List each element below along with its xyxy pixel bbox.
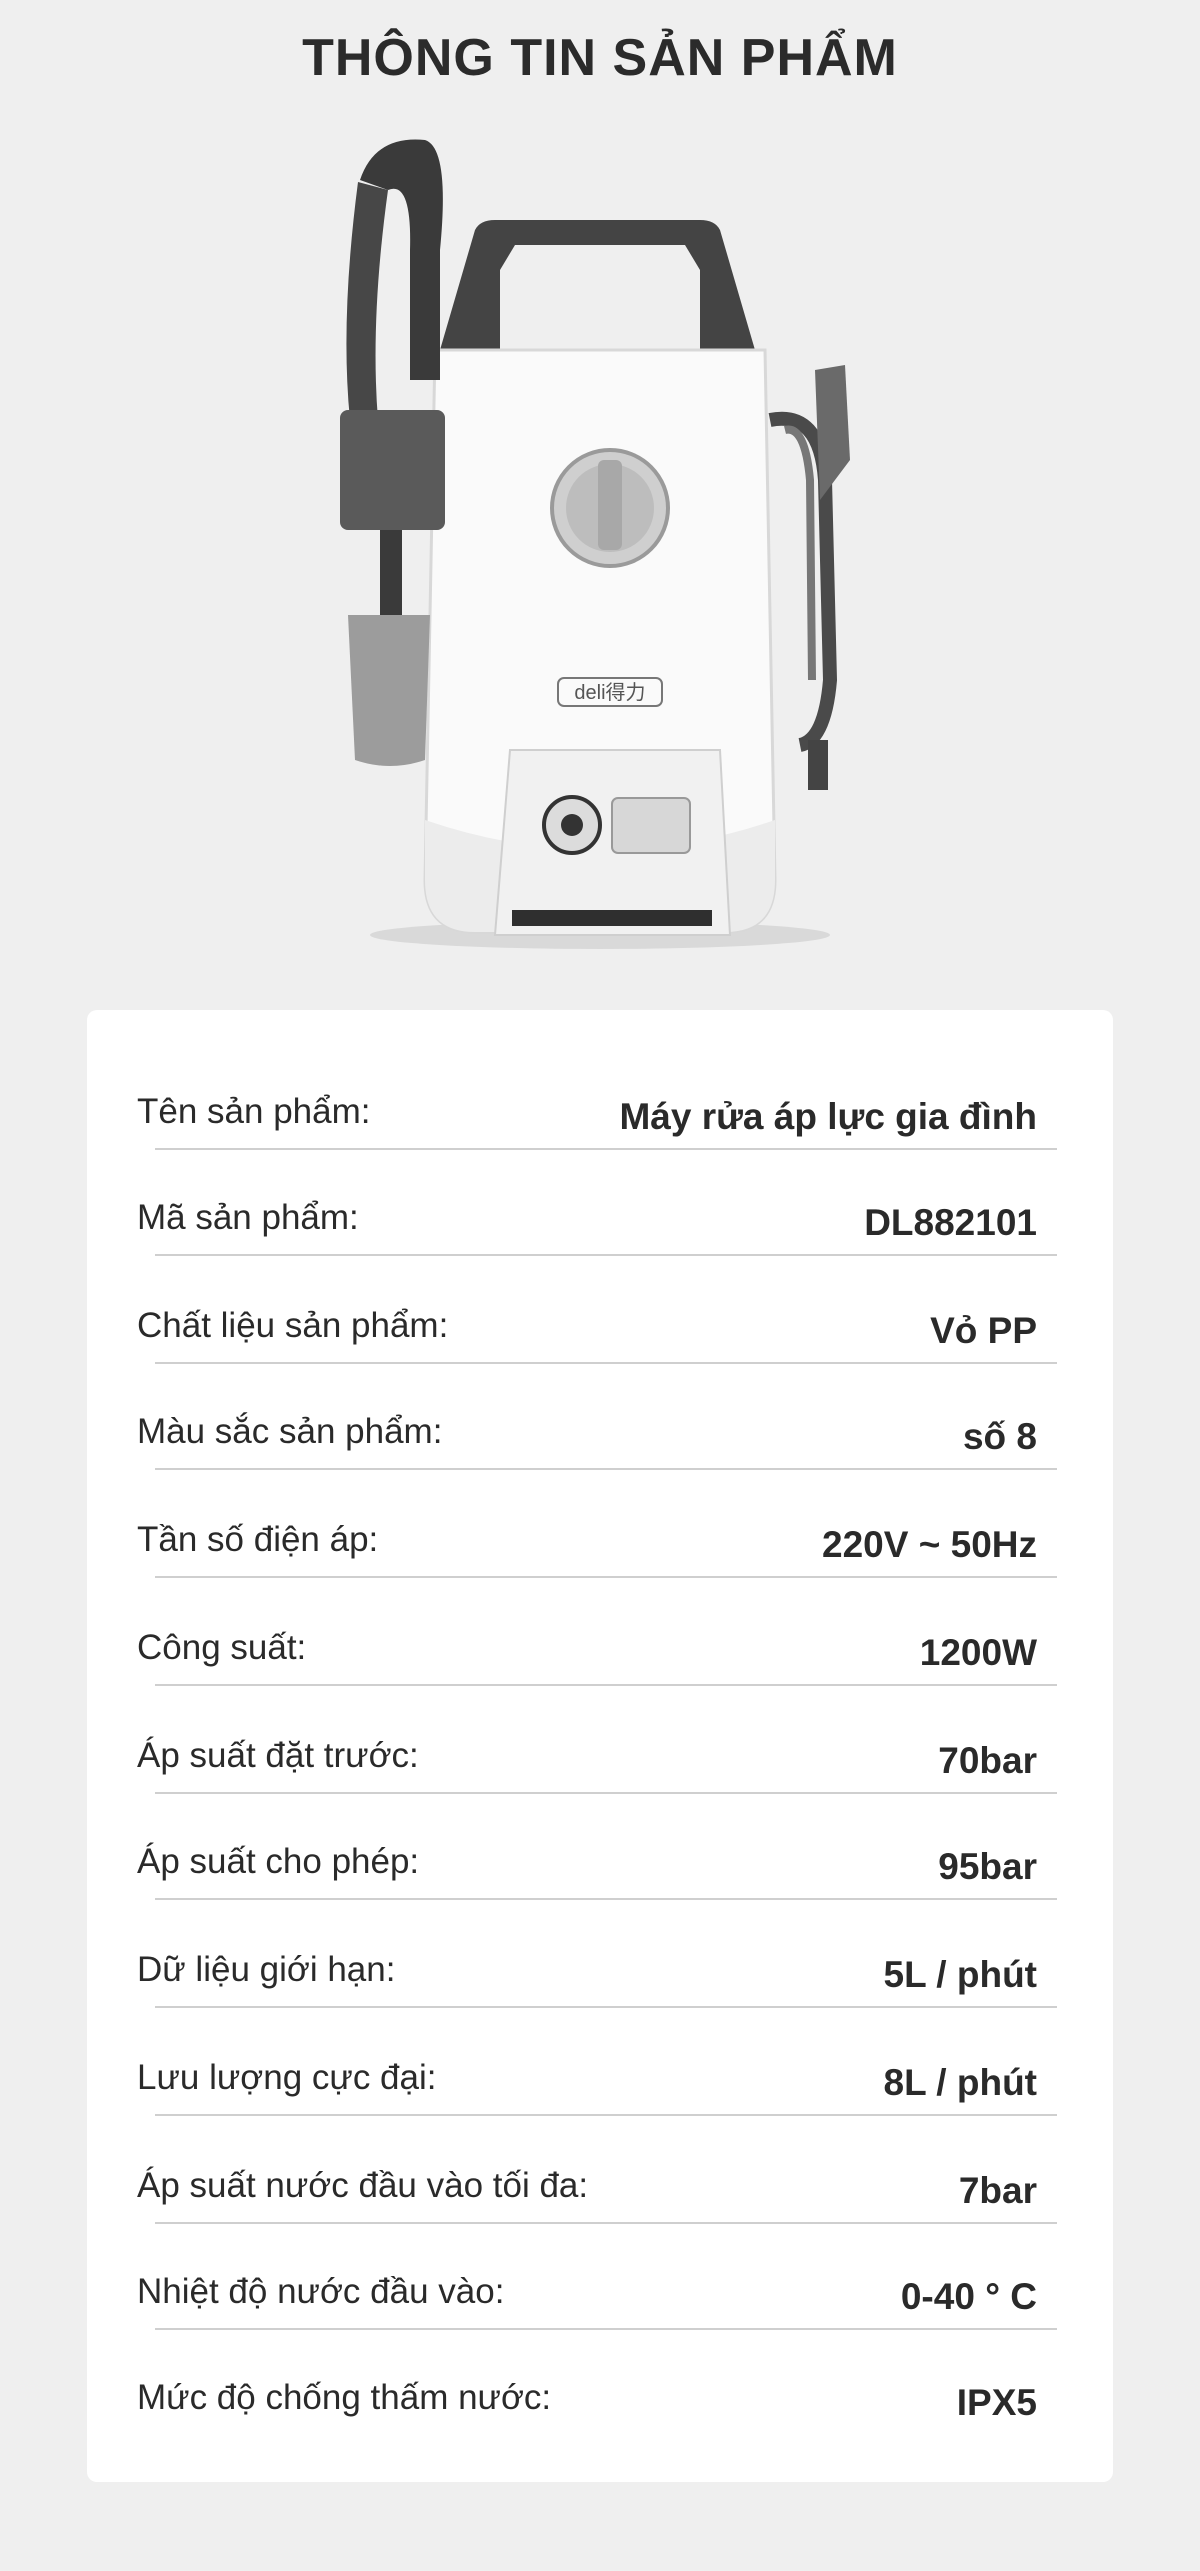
spec-row: Lưu lượng cực đại: 8L / phút: [137, 2056, 1057, 2116]
spec-row: Tần số điện áp: 220V ~ 50Hz: [137, 1518, 1057, 1578]
spec-row: Mức độ chống thấm nước: IPX5: [137, 2376, 1037, 2436]
spec-row: Áp suất đặt trước: 70bar: [137, 1734, 1057, 1794]
spec-row: Chất liệu sản phẩm: Vỏ PP: [137, 1304, 1057, 1364]
spec-value: 70bar: [938, 1740, 1037, 1781]
spec-value: Vỏ PP: [930, 1310, 1037, 1351]
page-title: THÔNG TIN SẢN PHẨM: [302, 29, 898, 87]
spec-row: Công suất: 1200W: [137, 1626, 1057, 1686]
row-divider: [155, 1362, 1057, 1364]
row-divider: [155, 2114, 1057, 2116]
row-divider: [155, 1576, 1057, 1578]
spec-value: 8L / phút: [883, 2062, 1037, 2103]
spec-value: IPX5: [956, 2382, 1037, 2423]
spec-row: Dữ liệu giới hạn: 5L / phút: [137, 1948, 1057, 2008]
spec-row: Màu sắc sản phẩm: số 8: [137, 1410, 1057, 1470]
spec-card: Tên sản phẩm: Máy rửa áp lực gia đình Mã…: [87, 1010, 1113, 2482]
row-divider: [155, 2222, 1057, 2224]
spec-value: DL882101: [864, 1202, 1037, 1243]
spec-value: 0-40 ° C: [900, 2276, 1037, 2317]
spec-value: 220V ~ 50Hz: [822, 1524, 1037, 1565]
spec-row: Nhiệt độ nước đầu vào: 0-40 ° C: [137, 2270, 1057, 2330]
row-divider: [155, 1684, 1057, 1686]
spec-label: Mã sản phẩm:: [137, 1198, 359, 1237]
spec-label: Mức độ chống thấm nước:: [137, 2378, 552, 2417]
spec-row: Áp suất nước đầu vào tối đa: 7bar: [137, 2164, 1057, 2224]
row-divider: [155, 1254, 1057, 1256]
spec-value: 95bar: [938, 1846, 1037, 1887]
pressure-washer-image: deli得力: [340, 139, 850, 949]
spec-value: 1200W: [919, 1632, 1037, 1673]
spec-label: Áp suất đặt trước:: [137, 1736, 419, 1775]
spec-label: Nhiệt độ nước đầu vào:: [137, 2272, 505, 2311]
row-divider: [155, 1148, 1057, 1150]
row-divider: [155, 1792, 1057, 1794]
spec-row: Tên sản phẩm: Máy rửa áp lực gia đình: [137, 1090, 1057, 1150]
spec-label: Chất liệu sản phẩm:: [137, 1306, 449, 1345]
row-divider: [155, 1898, 1057, 1900]
row-divider: [155, 2006, 1057, 2008]
brand-logo: deli得力: [574, 681, 645, 704]
spec-label: Màu sắc sản phẩm:: [137, 1412, 443, 1451]
spec-label: Áp suất cho phép:: [137, 1842, 420, 1881]
row-divider: [155, 2328, 1057, 2330]
spec-label: Công suất:: [137, 1628, 307, 1667]
spec-value: 7bar: [958, 2170, 1037, 2211]
row-divider: [155, 1468, 1057, 1470]
spec-label: Tên sản phẩm:: [137, 1092, 371, 1131]
spec-label: Tần số điện áp:: [137, 1520, 379, 1559]
spec-label: Dữ liệu giới hạn:: [137, 1950, 396, 1989]
spec-row: Mã sản phẩm: DL882101: [137, 1196, 1057, 1256]
spec-label: Lưu lượng cực đại:: [137, 2058, 437, 2097]
spec-value: số 8: [962, 1416, 1037, 1457]
spec-row: Áp suất cho phép: 95bar: [137, 1840, 1057, 1900]
spec-value: 5L / phút: [883, 1954, 1037, 1995]
spec-value: Máy rửa áp lực gia đình: [619, 1096, 1037, 1137]
spec-label: Áp suất nước đầu vào tối đa:: [137, 2166, 589, 2205]
